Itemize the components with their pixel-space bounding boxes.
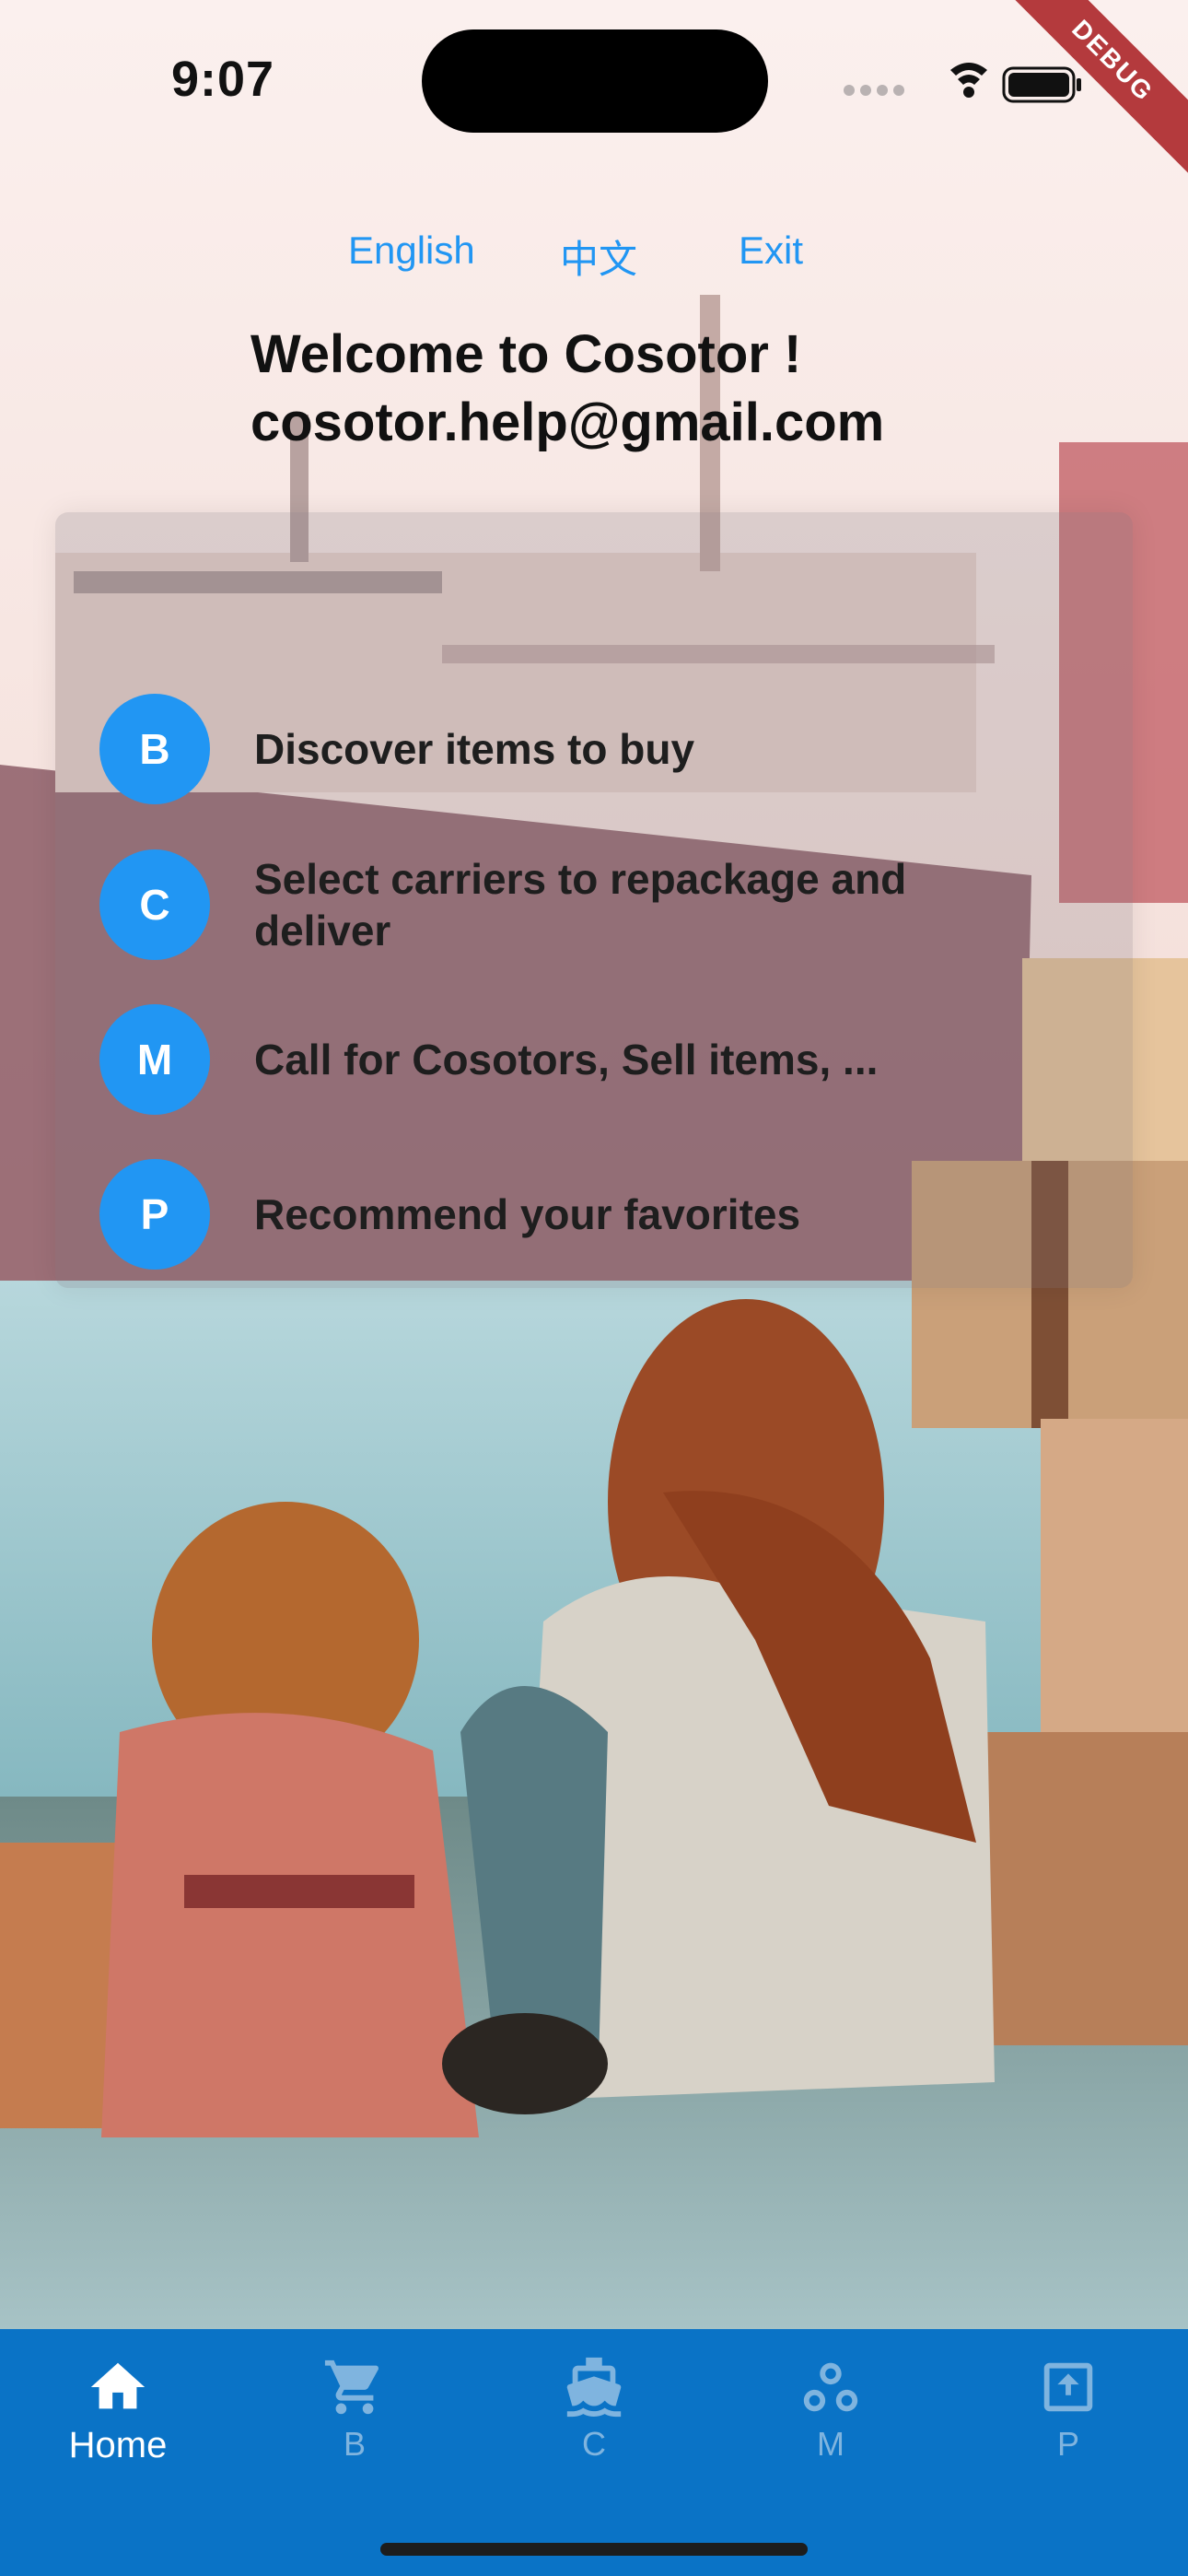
battery-icon bbox=[1002, 66, 1081, 103]
home-icon bbox=[90, 2362, 146, 2409]
feature-label: Recommend your favorites bbox=[254, 1190, 801, 1238]
ship-icon bbox=[566, 2357, 622, 2418]
feature-item-carriers[interactable]: C Select carriers to repackage and deliv… bbox=[99, 849, 1046, 960]
tab-label: C bbox=[582, 2425, 606, 2463]
tab-market[interactable]: M bbox=[739, 2355, 923, 2493]
feature-label: Discover items to buy bbox=[254, 725, 695, 773]
cellular-signal-icon bbox=[844, 85, 904, 96]
tab-profile[interactable]: P bbox=[976, 2355, 1160, 2493]
dynamic-island bbox=[422, 29, 768, 133]
help-email: cosotor.help@gmail.com bbox=[250, 392, 885, 452]
home-indicator bbox=[380, 2543, 808, 2556]
tab-buy[interactable]: B bbox=[262, 2355, 447, 2493]
status-time: 9:07 bbox=[171, 52, 275, 107]
upload-box-icon bbox=[1043, 2362, 1093, 2412]
welcome-title: Welcome to Cosotor ! bbox=[250, 324, 802, 384]
feature-item-recommend[interactable]: P Recommend your favorites bbox=[99, 1159, 1046, 1270]
tab-home[interactable]: Home bbox=[26, 2355, 210, 2493]
exit-link[interactable]: Exit bbox=[739, 228, 803, 273]
tab-label: B bbox=[343, 2425, 366, 2463]
welcome-message: Welcome to Cosotor ! cosotor.help@gmail.… bbox=[250, 321, 884, 457]
workspaces-icon bbox=[803, 2362, 858, 2412]
english-link[interactable]: English bbox=[348, 228, 475, 273]
bottom-navigation-bar: Home B C M P bbox=[0, 2329, 1188, 2576]
feature-label: Call for Cosotors, Sell items, ... bbox=[254, 1036, 879, 1083]
feature-avatar: B bbox=[99, 694, 210, 804]
tab-carriers[interactable]: C bbox=[502, 2355, 686, 2493]
tab-label: M bbox=[817, 2425, 844, 2463]
feature-avatar: C bbox=[99, 849, 210, 960]
feature-avatar: M bbox=[99, 1004, 210, 1115]
tab-label: Home bbox=[68, 2425, 168, 2465]
chinese-link[interactable]: 中文 bbox=[560, 228, 637, 285]
feature-avatar: P bbox=[99, 1159, 210, 1270]
feature-label: Select carriers to repackage and deliver bbox=[254, 855, 907, 954]
status-icons bbox=[840, 55, 1089, 107]
home-screen: 9:07 DEBUG English 中文 Exit Welcome to Co… bbox=[0, 0, 1188, 2576]
feature-item-cosotors[interactable]: M Call for Cosotors, Sell items, ... bbox=[99, 1004, 1046, 1115]
shopping-cart-icon bbox=[324, 2359, 379, 2415]
tab-label: P bbox=[1056, 2425, 1079, 2463]
feature-item-buy[interactable]: B Discover items to buy bbox=[99, 694, 1046, 804]
wifi-icon bbox=[950, 63, 987, 98]
